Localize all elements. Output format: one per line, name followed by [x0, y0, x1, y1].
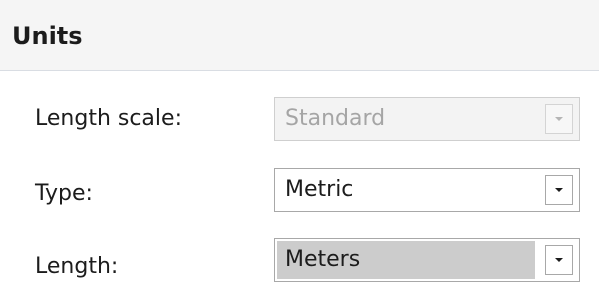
length-value[interactable]: Meters — [277, 241, 535, 279]
type-label: Type: — [35, 181, 93, 206]
length-scale-value: Standard — [285, 106, 386, 131]
length-scale-dropdown: Standard — [274, 97, 580, 141]
chevron-down-icon — [555, 258, 563, 262]
type-dropdown[interactable]: Metric — [274, 168, 580, 212]
length-label: Length: — [35, 254, 119, 279]
type-value[interactable]: Metric — [275, 169, 353, 211]
units-panel: Units Length scale: Standard Type: Metri… — [0, 0, 599, 282]
chevron-down-icon — [555, 188, 563, 192]
section-header: Units — [0, 0, 599, 71]
length-scale-label: Length scale: — [35, 106, 182, 131]
length-scale-dropdown-button — [545, 104, 573, 134]
section-title: Units — [12, 22, 83, 50]
length-dropdown[interactable]: Meters — [274, 238, 580, 282]
length-dropdown-button[interactable] — [545, 245, 573, 275]
type-dropdown-button[interactable] — [545, 175, 573, 205]
chevron-down-icon — [555, 117, 563, 121]
